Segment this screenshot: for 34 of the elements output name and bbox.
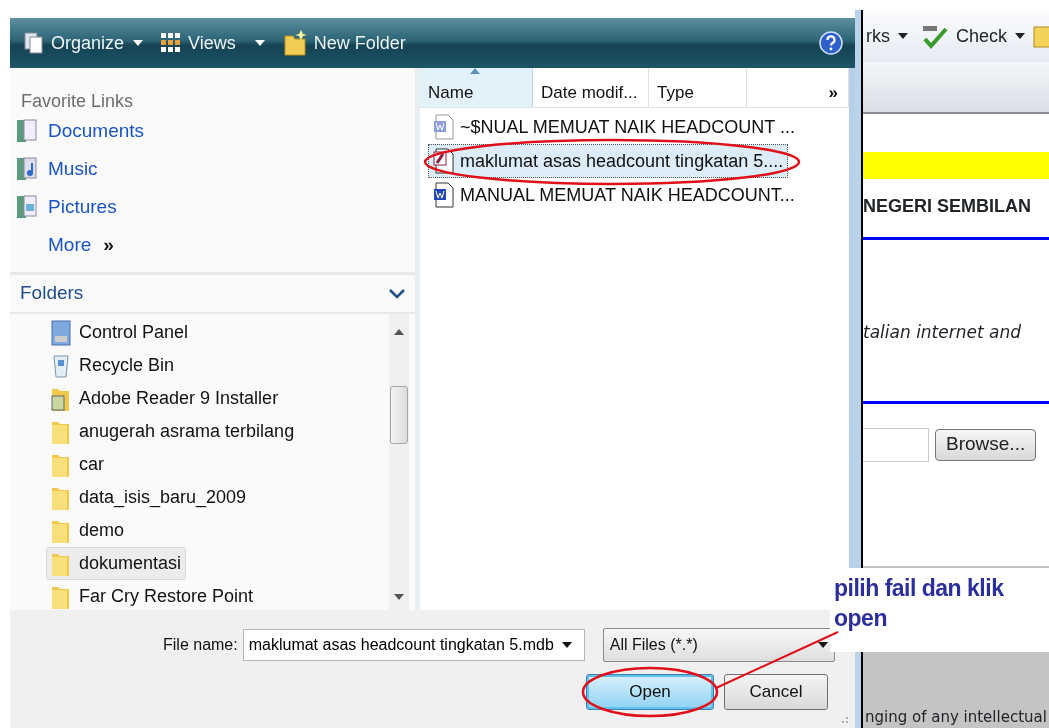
folder-item[interactable]: Control Panel: [46, 316, 194, 349]
toolbar-button[interactable]: Organize: [18, 27, 150, 59]
folder-item[interactable]: Recycle Bin: [46, 349, 180, 382]
annotation-text: pilih fail dan klik open: [834, 574, 1005, 633]
folder-item[interactable]: dokumentasi: [46, 547, 187, 580]
section-title: Favorite Links: [20, 90, 135, 113]
toolbar-button[interactable]: Check: [921, 21, 1027, 51]
file-item[interactable]: MANUAL MEMUAT NAIK HEADCOUNT...: [428, 178, 800, 212]
file-item[interactable]: ~$NUAL MEMUAT NAIK HEADCOUNT ...: [428, 110, 800, 144]
page-text: talian internet and: [863, 321, 1023, 344]
folder-item[interactable]: car: [46, 448, 109, 481]
favorite-link[interactable]: Music: [10, 150, 104, 188]
file-name-field[interactable]: maklumat asas headcount tingkatan 5.mdb: [242, 629, 585, 661]
more-link[interactable]: More: [48, 230, 92, 260]
section-title: Folders: [20, 281, 84, 306]
dialog-button[interactable]: Open: [586, 674, 714, 710]
favorite-link[interactable]: Documents: [10, 112, 151, 150]
favorite-link[interactable]: Pictures: [10, 188, 123, 226]
column-header[interactable]: Name: [420, 68, 533, 107]
browse-button[interactable]: Browse...: [935, 428, 1037, 461]
toolbar-button[interactable]: New Folder: [276, 27, 412, 59]
field-label: File name:: [163, 635, 238, 655]
folder-item[interactable]: anugerah asrama terbilang: [46, 415, 300, 448]
footer-text: nging of any intellectual: [864, 706, 1048, 728]
toolbar-button[interactable]: Views: [155, 27, 271, 59]
toolbar-button[interactable]: rks: [865, 21, 909, 51]
page-heading: NEGERI SEMBILAN: [863, 195, 1032, 218]
dialog-button[interactable]: Cancel: [724, 674, 828, 710]
folder-item[interactable]: Adobe Reader 9 Installer: [46, 382, 284, 415]
file-item[interactable]: maklumat asas headcount tingkatan 5....: [428, 144, 789, 178]
folder-item[interactable]: demo: [46, 514, 130, 547]
chevron-icon: »: [103, 230, 114, 260]
file-type-dropdown[interactable]: All Files (*.*): [602, 628, 835, 662]
folder-item[interactable]: data_isis_baru_2009: [46, 481, 252, 514]
